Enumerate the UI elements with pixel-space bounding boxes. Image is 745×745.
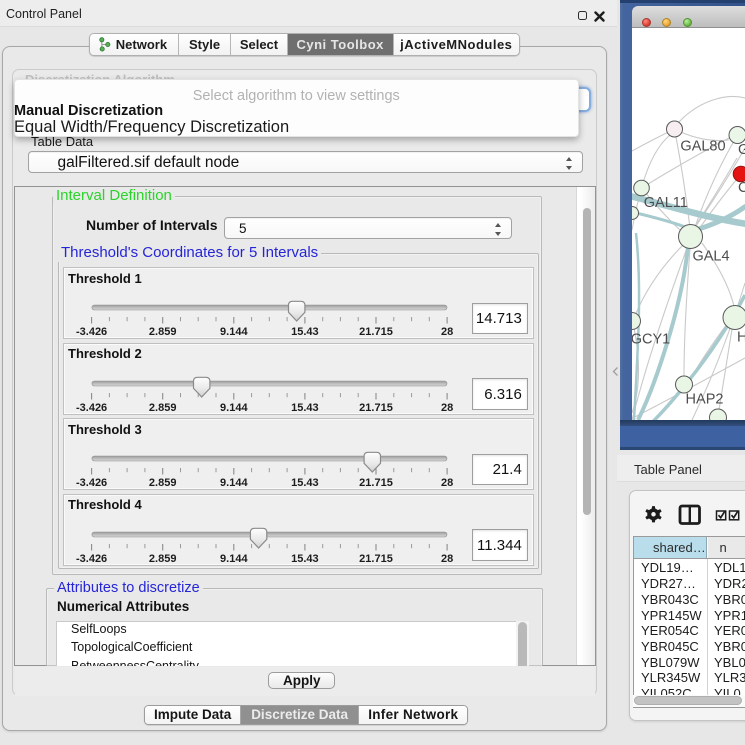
- svg-text:15.43: 15.43: [291, 553, 319, 565]
- svg-text:2.859: 2.859: [148, 477, 176, 489]
- svg-text:GAL11: GAL11: [644, 195, 688, 211]
- svg-text:15.43: 15.43: [291, 402, 319, 414]
- svg-text:2.859: 2.859: [148, 326, 176, 338]
- svg-text:21.715: 21.715: [359, 326, 393, 338]
- svg-text:GCY1: GCY1: [632, 332, 670, 348]
- svg-text:21.715: 21.715: [359, 402, 393, 414]
- svg-text:2.859: 2.859: [148, 553, 176, 565]
- svg-text:28: 28: [440, 553, 452, 565]
- svg-text:28: 28: [440, 402, 452, 414]
- svg-text:21.715: 21.715: [359, 477, 393, 489]
- svg-text:-3.426: -3.426: [75, 402, 106, 414]
- svg-text:2.859: 2.859: [148, 402, 176, 414]
- svg-text:GAL4: GAL4: [692, 249, 729, 265]
- svg-text:9.144: 9.144: [220, 402, 248, 414]
- svg-text:9.144: 9.144: [220, 326, 248, 338]
- svg-text:28: 28: [440, 477, 452, 489]
- svg-text:9.144: 9.144: [220, 553, 248, 565]
- svg-text:-3.426: -3.426: [75, 477, 106, 489]
- svg-text:-3.426: -3.426: [75, 326, 106, 338]
- svg-text:9.144: 9.144: [220, 477, 248, 489]
- svg-text:21.715: 21.715: [359, 553, 393, 565]
- svg-text:H: H: [737, 330, 745, 346]
- svg-text:15.43: 15.43: [291, 477, 319, 489]
- svg-text:GAL80: GAL80: [680, 139, 725, 155]
- svg-text:HAP2: HAP2: [686, 392, 724, 408]
- svg-text:G: G: [738, 142, 745, 158]
- svg-text:28: 28: [440, 326, 452, 338]
- svg-text:-3.426: -3.426: [75, 553, 106, 565]
- svg-text:15.43: 15.43: [291, 326, 319, 338]
- svg-text:C: C: [738, 180, 745, 196]
